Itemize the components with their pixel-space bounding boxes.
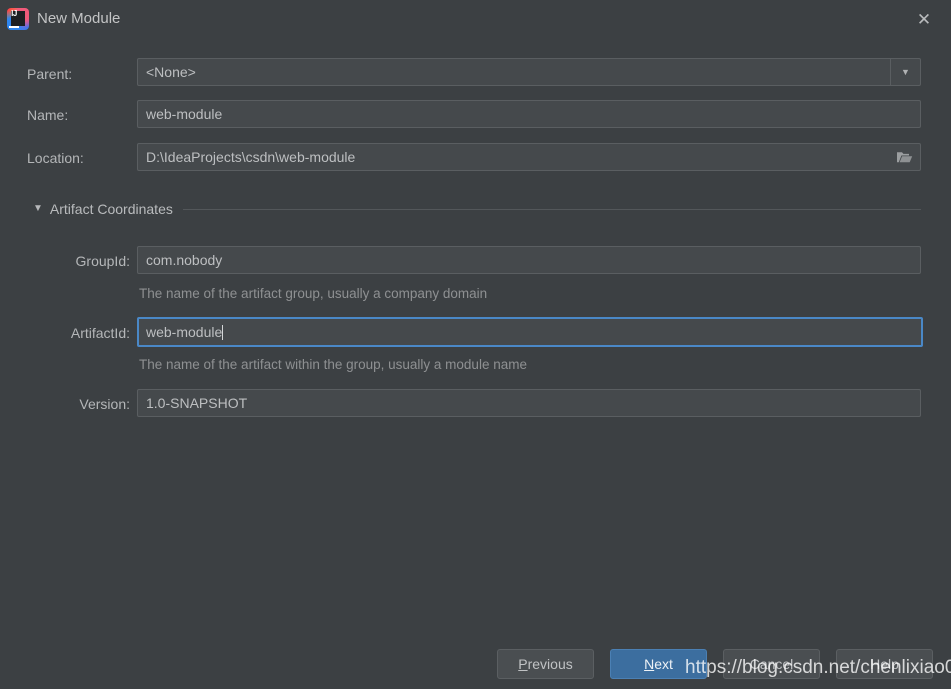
- previous-button-label: revious: [527, 656, 573, 672]
- name-input[interactable]: web-module: [137, 100, 921, 128]
- artifactid-hint: The name of the artifact within the grou…: [139, 357, 527, 372]
- next-button[interactable]: Next: [610, 649, 707, 679]
- version-label: Version:: [79, 396, 130, 412]
- previous-button-mnemonic: P: [518, 656, 528, 672]
- triangle-down-icon[interactable]: ▼: [33, 204, 43, 214]
- chevron-down-icon[interactable]: ▼: [890, 59, 920, 85]
- name-label: Name:: [27, 107, 69, 123]
- groupid-hint: The name of the artifact group, usually …: [139, 286, 488, 301]
- location-input[interactable]: D:\IdeaProjects\csdn\web-module: [137, 143, 921, 171]
- parent-label: Parent:: [27, 66, 73, 82]
- name-value: web-module: [146, 106, 223, 122]
- groupid-value: com.nobody: [146, 252, 223, 268]
- artifactid-label: ArtifactId:: [70, 325, 130, 341]
- artifactid-input[interactable]: web-module: [137, 317, 923, 347]
- window-title: New Module: [37, 10, 121, 27]
- parent-value: <None>: [146, 64, 196, 80]
- previous-button[interactable]: Previous: [497, 649, 594, 679]
- text-caret: [222, 324, 224, 340]
- next-button-mnemonic: N: [644, 656, 655, 672]
- groupid-input[interactable]: com.nobody: [137, 246, 921, 274]
- artifact-coordinates-section-header[interactable]: ▼ Artifact Coordinates: [33, 200, 921, 218]
- close-icon[interactable]: ✕: [911, 6, 937, 32]
- folder-open-icon[interactable]: [888, 144, 920, 170]
- location-label: Location:: [27, 150, 84, 166]
- parent-combobox[interactable]: <None> ▼: [137, 58, 921, 86]
- version-input[interactable]: 1.0-SNAPSHOT: [137, 389, 921, 417]
- artifactid-value: web-module: [146, 324, 223, 340]
- section-divider: [182, 208, 921, 210]
- location-value: D:\IdeaProjects\csdn\web-module: [146, 149, 356, 165]
- title-bar: IJ New Module ✕: [0, 0, 951, 38]
- artifact-coordinates-title: Artifact Coordinates: [49, 201, 173, 217]
- app-icon-text: IJ: [11, 9, 17, 18]
- next-button-label: ext: [654, 656, 673, 672]
- cancel-button[interactable]: Cancel: [723, 649, 820, 679]
- groupid-label: GroupId:: [75, 253, 130, 269]
- version-value: 1.0-SNAPSHOT: [146, 395, 248, 411]
- intellij-idea-icon: IJ: [7, 8, 29, 30]
- help-button[interactable]: Help: [836, 649, 933, 679]
